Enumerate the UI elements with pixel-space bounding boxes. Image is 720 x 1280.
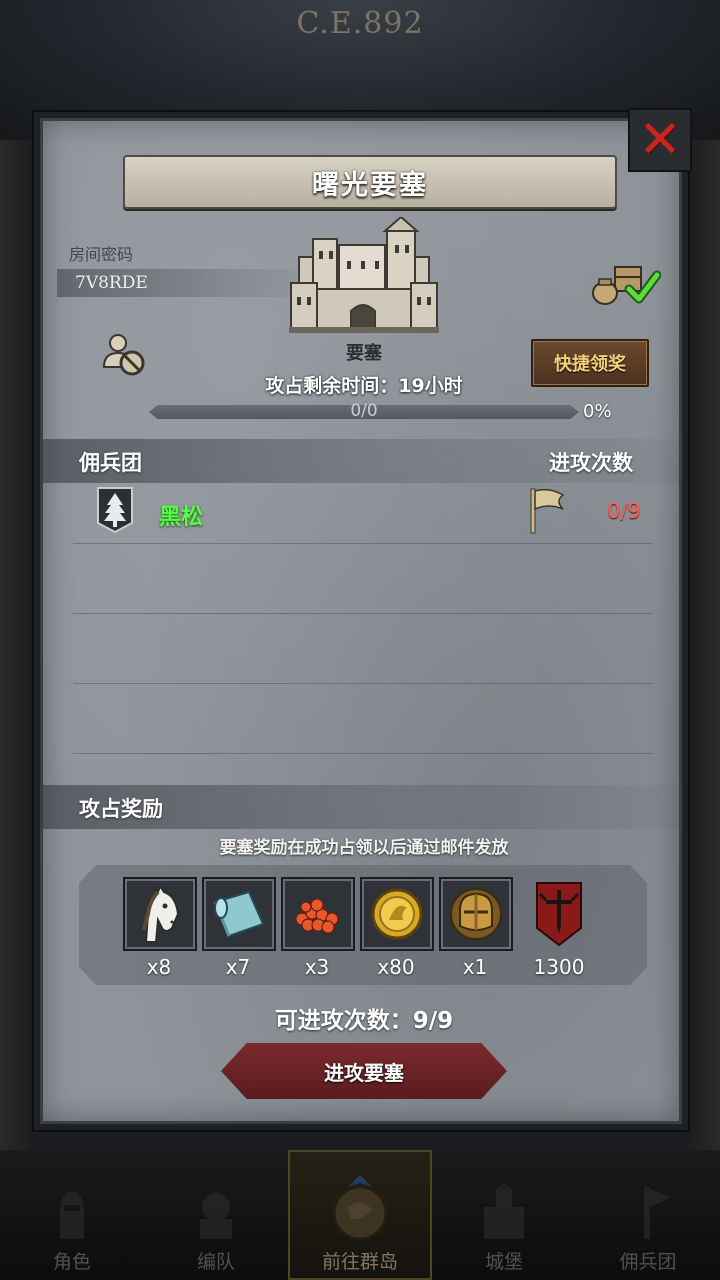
attack-fortress-button[interactable]: 进攻要塞 bbox=[221, 1043, 507, 1099]
progress-percent: 0% bbox=[583, 401, 612, 422]
reward-qty: x1 bbox=[462, 955, 488, 979]
horse-icon bbox=[142, 884, 180, 943]
right-side-background bbox=[684, 140, 720, 1150]
nav-formation[interactable]: 编队 bbox=[144, 1150, 288, 1280]
map-icon bbox=[332, 1175, 388, 1241]
row-divider bbox=[73, 753, 653, 754]
fortress-icon bbox=[289, 217, 439, 333]
reward-slot bbox=[123, 877, 197, 951]
reward-qty: x7 bbox=[225, 955, 251, 979]
year-label: C.E.892 bbox=[296, 6, 424, 41]
attack-fortress-label: 进攻要塞 bbox=[324, 1060, 404, 1085]
castle-icon bbox=[484, 1183, 524, 1239]
rewards-header: 攻占奖励 bbox=[79, 797, 163, 821]
reward-slot bbox=[202, 877, 276, 951]
mercenary-header: 佣兵团 bbox=[79, 451, 142, 475]
fortress-dialog: 曙光要塞 房间密码 7V8RDE 要塞 快捷领奖 攻占剩余时间：19小时 0/0… bbox=[34, 108, 692, 1130]
row-divider bbox=[73, 683, 653, 684]
attacks-left: 可进攻次数：9/9 bbox=[274, 1008, 454, 1034]
room-code-bar[interactable]: 7V8RDE bbox=[57, 269, 297, 297]
nav-character[interactable]: 角色 bbox=[0, 1150, 144, 1280]
nav-mercenary[interactable]: 佣兵团 bbox=[576, 1150, 720, 1280]
reward-qty: x80 bbox=[377, 955, 415, 979]
nav-label: 编队 bbox=[196, 1251, 235, 1273]
reward-item-cloth[interactable]: x7 bbox=[202, 877, 276, 979]
attack-count-header: 进攻次数 bbox=[549, 451, 633, 475]
mercenary-icon bbox=[644, 1187, 672, 1239]
flag-icon bbox=[530, 488, 565, 534]
gold-coin-icon bbox=[371, 888, 423, 940]
reward-item-helmet[interactable]: x1 bbox=[439, 877, 513, 979]
remaining-time: 攻占剩余时间：19小时 bbox=[265, 375, 463, 397]
progress-count: 0/0 bbox=[350, 401, 378, 421]
nav-label: 前往群岛 bbox=[321, 1251, 398, 1273]
title-banner: 曙光要塞 bbox=[123, 155, 617, 209]
left-side-background bbox=[0, 140, 36, 1150]
nav-label: 城堡 bbox=[484, 1251, 523, 1273]
nav-label: 角色 bbox=[52, 1251, 91, 1273]
nav-castle[interactable]: 城堡 bbox=[432, 1150, 576, 1280]
close-icon: ✕ bbox=[638, 110, 682, 170]
nav-islands[interactable]: 前往群岛 bbox=[288, 1150, 432, 1280]
reward-slot bbox=[281, 877, 355, 951]
room-code-value: 7V8RDE bbox=[75, 273, 148, 293]
reward-qty: x3 bbox=[304, 955, 330, 979]
rewards-collected-icon bbox=[592, 266, 661, 305]
reward-item-banner[interactable]: 1300 bbox=[523, 877, 595, 979]
berries-icon bbox=[295, 898, 339, 934]
nav-label: 佣兵团 bbox=[619, 1251, 677, 1273]
room-code-label: 房间密码 bbox=[69, 245, 134, 264]
reward-slot bbox=[523, 877, 595, 951]
reward-item-gold-coin[interactable]: x80 bbox=[360, 877, 434, 979]
row-divider bbox=[73, 543, 653, 544]
cloth-icon bbox=[213, 890, 265, 938]
guild-name[interactable]: 黑松 bbox=[159, 499, 203, 531]
reward-item-berries[interactable]: x3 bbox=[281, 877, 355, 979]
guild-attack-count: 0/9 bbox=[607, 499, 641, 523]
pine-emblem-icon bbox=[97, 487, 133, 534]
reward-item-horse[interactable]: x8 bbox=[123, 877, 197, 979]
dialog-panel: 曙光要塞 房间密码 7V8RDE 要塞 快捷领奖 攻占剩余时间：19小时 0/0… bbox=[40, 118, 685, 1124]
reward-note: 要塞奖励在成功占领以后通过邮件发放 bbox=[219, 838, 509, 858]
knight-icon bbox=[60, 1191, 84, 1239]
formation-icon bbox=[200, 1193, 232, 1239]
dialog-title: 曙光要塞 bbox=[312, 169, 428, 201]
close-button[interactable]: ✕ bbox=[628, 108, 692, 172]
reward-qty: 1300 bbox=[533, 955, 585, 979]
reward-slot bbox=[439, 877, 513, 951]
banner-icon bbox=[536, 882, 582, 947]
reward-qty: x8 bbox=[146, 955, 172, 979]
row-divider bbox=[73, 613, 653, 614]
reward-slot bbox=[360, 877, 434, 951]
helmet-icon bbox=[450, 888, 502, 940]
